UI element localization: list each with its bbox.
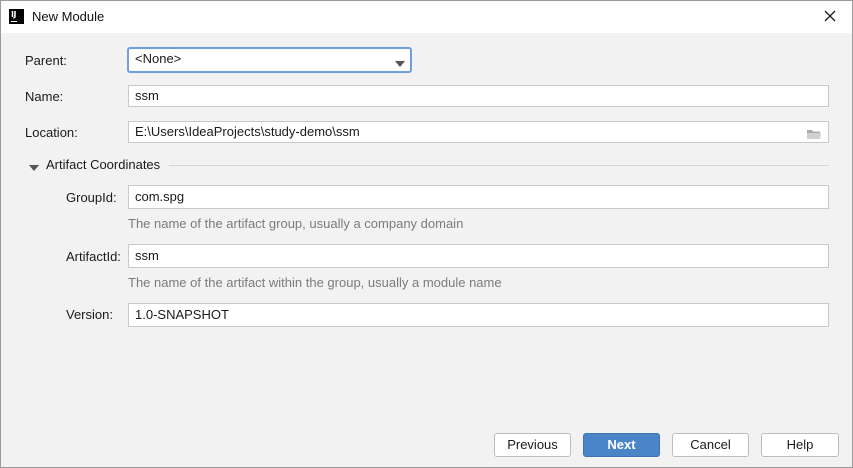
help-button[interactable]: Help — [761, 433, 839, 457]
parent-label: Parent: — [25, 53, 67, 68]
section-divider — [169, 165, 829, 166]
collapse-triangle-icon[interactable] — [29, 160, 39, 175]
title-bar: IJ New Module — [1, 1, 852, 33]
window-title: New Module — [32, 9, 105, 24]
groupid-value: com.spg — [135, 189, 185, 204]
chevron-down-icon — [394, 55, 406, 75]
new-module-dialog: IJ New Module Parent: <None> Name: ssm L… — [0, 0, 853, 468]
next-button[interactable]: Next — [583, 433, 660, 457]
app-icon-text: IJ — [11, 10, 16, 19]
artifactid-field[interactable]: ssm — [128, 244, 829, 268]
location-field[interactable]: E:\Users\IdeaProjects\study-demo\ssm — [128, 121, 829, 143]
artifactid-hint: The name of the artifact within the grou… — [128, 275, 502, 290]
groupid-hint: The name of the artifact group, usually … — [128, 216, 464, 231]
parent-dropdown[interactable]: <None> — [127, 47, 412, 73]
close-icon[interactable] — [822, 8, 838, 24]
version-value: 1.0-SNAPSHOT — [135, 307, 229, 322]
version-label: Version: — [66, 307, 113, 322]
groupid-label: GroupId: — [66, 190, 117, 205]
version-field[interactable]: 1.0-SNAPSHOT — [128, 303, 829, 327]
location-label: Location: — [25, 125, 78, 140]
cancel-button[interactable]: Cancel — [672, 433, 749, 457]
artifact-coordinates-toggle[interactable]: Artifact Coordinates — [46, 157, 160, 172]
name-label: Name: — [25, 89, 64, 104]
previous-button[interactable]: Previous — [494, 433, 571, 457]
name-field[interactable]: ssm — [128, 85, 829, 107]
artifactid-label: ArtifactId: — [66, 249, 121, 264]
intellij-app-icon: IJ — [9, 9, 24, 24]
artifactid-value: ssm — [135, 248, 159, 263]
folder-icon[interactable] — [806, 126, 822, 146]
parent-selected-value: <None> — [135, 51, 182, 66]
groupid-field[interactable]: com.spg — [128, 185, 829, 209]
location-value: E:\Users\IdeaProjects\study-demo\ssm — [135, 124, 360, 139]
name-value: ssm — [135, 88, 159, 103]
